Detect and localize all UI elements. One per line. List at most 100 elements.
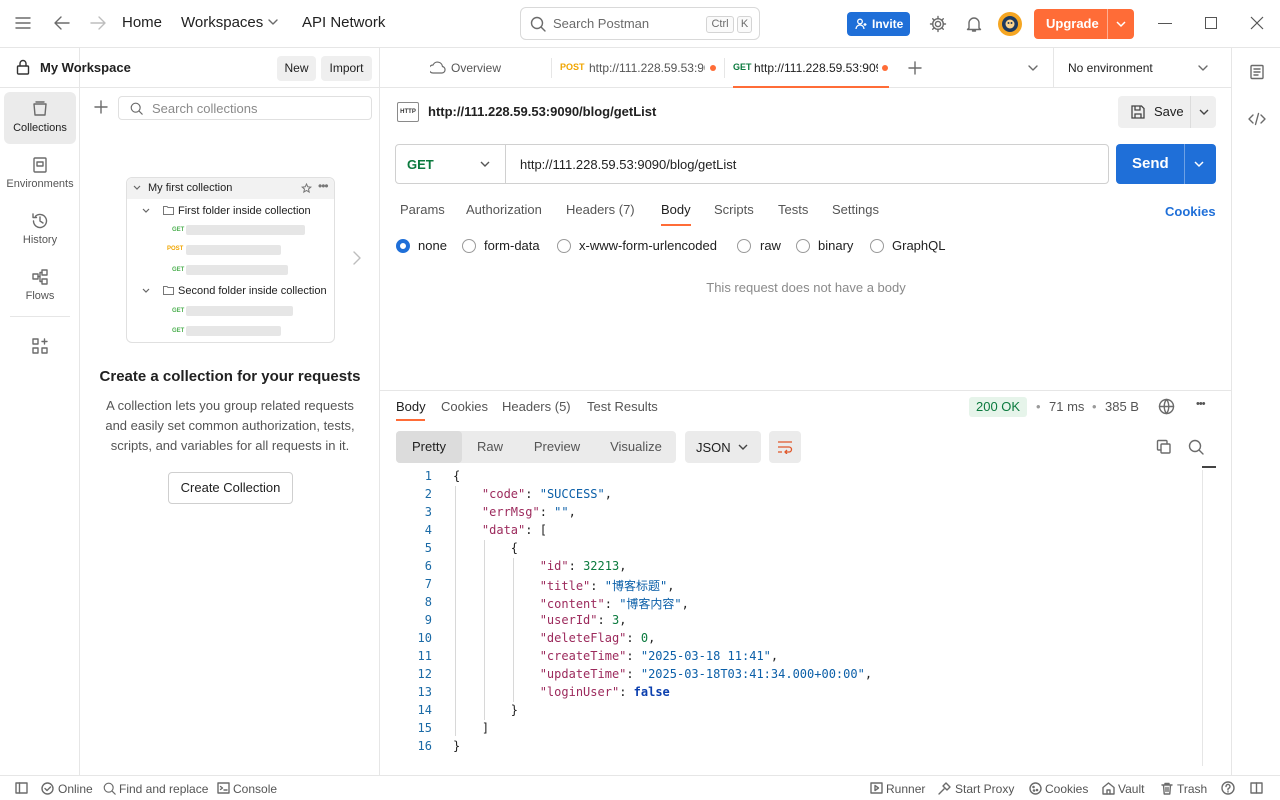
bell-icon[interactable] (965, 15, 983, 33)
response-tab-test-results[interactable]: Test Results (587, 399, 658, 414)
tab-settings[interactable]: Settings (832, 202, 879, 217)
help-icon[interactable] (1221, 781, 1235, 795)
start-proxy-link[interactable]: Start Proxy (955, 782, 1014, 796)
response-tab-cookies[interactable]: Cookies (441, 399, 488, 414)
cookies-link[interactable]: Cookies (1165, 204, 1216, 219)
upgrade-button[interactable]: Upgrade (1034, 9, 1134, 39)
top-bar: Home Workspaces API Network Search Postm… (0, 0, 1280, 48)
chevron-down-icon (142, 288, 150, 293)
code-icon[interactable] (1248, 112, 1266, 126)
tab-authorization[interactable]: Authorization (466, 202, 542, 217)
copy-icon[interactable] (1156, 439, 1172, 455)
add-workbench-icon[interactable] (32, 338, 48, 354)
layout-icon[interactable] (1250, 782, 1263, 794)
back-arrow-icon[interactable] (54, 16, 70, 30)
minimize-icon[interactable] (1158, 23, 1172, 24)
code-line: "code": "SUCCESS", (481, 487, 612, 501)
global-search-input[interactable]: Search Postman Ctrl K (520, 7, 760, 40)
pane-divider[interactable] (380, 390, 1232, 391)
more-options-icon[interactable]: ••• (1196, 398, 1206, 410)
code-line: "userId": 3, (539, 613, 627, 627)
placeholder-bar (186, 265, 288, 275)
wrap-icon (778, 441, 793, 454)
environment-selector[interactable]: No environment (1068, 61, 1153, 75)
home-link[interactable]: Home (122, 14, 162, 31)
tab-get-request[interactable]: GET http://111.228.59.53:9090 (733, 48, 889, 88)
tab-params[interactable]: Params (400, 202, 445, 217)
empty-state-title: Create a collection for your requests (99, 368, 361, 385)
radio-form-data[interactable] (462, 239, 476, 253)
save-button[interactable]: Save (1118, 96, 1216, 128)
response-tab-headers[interactable]: Headers (5) (502, 399, 571, 414)
forward-arrow-icon[interactable] (90, 16, 106, 30)
cookie-icon (1029, 782, 1042, 795)
menu-icon[interactable] (15, 16, 31, 30)
console-link[interactable]: Console (233, 782, 277, 796)
tab-overview[interactable]: Overview (430, 48, 550, 88)
response-size[interactable]: 385 B (1105, 399, 1139, 414)
rail-environments[interactable]: Environments (4, 148, 76, 200)
chevron-down-icon[interactable] (1194, 161, 1204, 168)
scrollbar-thumb[interactable] (1202, 466, 1216, 468)
search-icon[interactable] (1188, 439, 1204, 455)
url-input[interactable]: http://111.228.59.53:9090/blog/getList (520, 157, 736, 172)
view-raw[interactable]: Raw (462, 431, 518, 463)
radio-urlencoded-label: x-www-form-urlencoded (579, 238, 717, 253)
response-time[interactable]: 71 ms (1049, 399, 1084, 414)
format-value: JSON (696, 440, 731, 455)
line-number: 12 (417, 667, 432, 681)
chevron-down-icon[interactable] (1198, 65, 1208, 72)
gear-icon[interactable] (929, 15, 947, 33)
maximize-icon[interactable] (1205, 17, 1217, 29)
find-and-replace[interactable]: Find and replace (119, 782, 208, 796)
radio-urlencoded[interactable] (557, 239, 571, 253)
radio-raw-label: raw (760, 238, 781, 253)
create-collection-button[interactable]: Create Collection (168, 472, 293, 504)
trash-link[interactable]: Trash (1177, 782, 1207, 796)
tab-tests[interactable]: Tests (778, 202, 808, 217)
tab-post-request[interactable]: POST http://111.228.59.53:9090 (560, 48, 720, 88)
chevron-down-icon[interactable] (1199, 109, 1209, 116)
add-collection-icon[interactable] (94, 100, 108, 114)
collections-icon (33, 101, 47, 116)
wrap-lines-button[interactable] (769, 431, 801, 463)
view-preview[interactable]: Preview (522, 431, 592, 463)
tab-scripts[interactable]: Scripts (714, 202, 754, 217)
send-button[interactable]: Send (1116, 144, 1216, 184)
cookies-status-link[interactable]: Cookies (1045, 782, 1088, 796)
radio-graphql[interactable] (870, 239, 884, 253)
tab-body[interactable]: Body (661, 202, 691, 217)
scrollbar-track[interactable] (1202, 470, 1203, 766)
avatar[interactable] (998, 12, 1022, 36)
tab-headers[interactable]: Headers (7) (566, 202, 635, 217)
view-visualize[interactable]: Visualize (598, 431, 674, 463)
chevron-down-icon[interactable] (1116, 21, 1126, 28)
radio-none[interactable] (396, 239, 410, 253)
rail-collections[interactable]: Collections (4, 92, 76, 144)
close-icon[interactable] (1250, 16, 1264, 30)
status-badge[interactable]: 200 OK (969, 397, 1028, 417)
radio-binary[interactable] (796, 239, 810, 253)
invite-button[interactable]: Invite (847, 12, 910, 36)
documentation-icon[interactable] (1249, 64, 1265, 80)
radio-raw[interactable] (737, 239, 751, 253)
toggle-sidebar-icon[interactable] (15, 782, 28, 794)
workspaces-menu[interactable]: Workspaces (181, 14, 263, 31)
view-pretty[interactable]: Pretty (396, 431, 462, 463)
chevron-down-icon[interactable] (1028, 65, 1038, 72)
radio-graphql-label: GraphQL (892, 238, 946, 253)
api-network-link[interactable]: API Network (302, 14, 385, 31)
request-title[interactable]: http://111.228.59.53:9090/blog/getList (428, 104, 656, 119)
radio-form-data-label: form-data (484, 238, 540, 253)
search-collections-input[interactable]: Search collections (118, 96, 372, 120)
runner-link[interactable]: Runner (886, 782, 925, 796)
globe-icon[interactable] (1158, 398, 1175, 415)
rail-flows[interactable]: Flows (4, 260, 76, 312)
method-select[interactable]: GET (396, 145, 506, 183)
format-select[interactable]: JSON (685, 431, 761, 463)
online-status[interactable]: Online (58, 782, 93, 796)
response-tab-body[interactable]: Body (396, 399, 426, 414)
new-tab-icon[interactable] (908, 61, 922, 75)
vault-link[interactable]: Vault (1118, 782, 1144, 796)
rail-history[interactable]: History (4, 204, 76, 256)
